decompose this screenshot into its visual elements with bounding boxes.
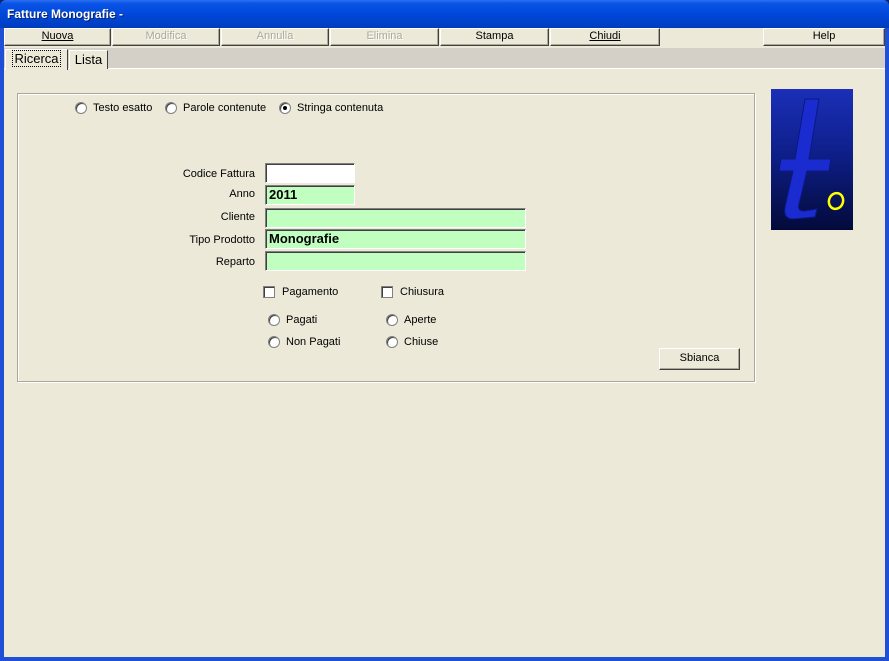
radio-testo-esatto[interactable]: Testo esatto <box>75 102 152 114</box>
to-logo-graphic <box>778 98 845 220</box>
radio-aperte-label: Aperte <box>404 314 437 326</box>
codice-fattura-input[interactable] <box>265 163 355 183</box>
annulla-button[interactable]: Annulla <box>221 28 329 46</box>
tipo-prodotto-label: Tipo Prodotto <box>189 234 255 246</box>
radio-aperte-circle <box>386 314 398 326</box>
pagamento-checkbox-box <box>263 286 275 298</box>
application-window: Fatture Monografie - Nuova Modifica Annu… <box>0 0 889 661</box>
tab-lista[interactable]: Lista <box>69 50 108 69</box>
reparto-input[interactable] <box>265 251 526 271</box>
radio-parole-contenute[interactable]: Parole contenute <box>165 102 266 114</box>
tab-strip <box>4 48 885 69</box>
client-area: Nuova Modifica Annulla Elimina Stampa Ch… <box>4 28 885 657</box>
pagamento-checkbox[interactable]: Pagamento <box>263 286 338 298</box>
pagamento-checkbox-label: Pagamento <box>282 286 339 298</box>
chiusura-checkbox-box <box>381 286 393 298</box>
title-bar[interactable]: Fatture Monografie - <box>0 0 889 28</box>
toolbar: Nuova Modifica Annulla Elimina Stampa Ch… <box>4 28 885 46</box>
help-label: Help <box>812 30 836 42</box>
radio-testo-esatto-circle <box>75 102 87 114</box>
tipo-prodotto-input[interactable]: Monografie <box>265 229 526 249</box>
anno-label: Anno <box>229 188 255 200</box>
radio-non-pagati-circle <box>268 336 280 348</box>
radio-non-pagati[interactable]: Non Pagati <box>268 336 340 348</box>
reparto-label: Reparto <box>215 256 255 268</box>
radio-stringa-contenuta-label: Stringa contenuta <box>297 102 384 114</box>
codice-fattura-label: Codice Fattura <box>182 168 255 180</box>
radio-parole-contenute-label: Parole contenute <box>183 102 267 114</box>
sbianca-button[interactable]: Sbianca <box>659 348 740 370</box>
tab-strip-line <box>4 68 885 69</box>
chiusura-checkbox[interactable]: Chiusura <box>381 286 444 298</box>
radio-non-pagati-label: Non Pagati <box>286 336 341 348</box>
chiusura-checkbox-label: Chiusura <box>400 286 445 298</box>
radio-testo-esatto-label: Testo esatto <box>93 102 153 114</box>
radio-aperte[interactable]: Aperte <box>386 314 436 326</box>
chiudi-button[interactable]: Chiudi <box>550 28 660 46</box>
window-title: Fatture Monografie - <box>7 7 123 21</box>
elimina-label: Elimina <box>366 30 403 42</box>
stampa-label: Stampa <box>475 30 514 42</box>
radio-stringa-contenuta-circle <box>279 102 291 114</box>
tab-ricerca-label: Ricerca <box>12 50 61 67</box>
anno-input[interactable]: 2011 <box>265 185 355 205</box>
annulla-label: Annulla <box>256 30 294 42</box>
stampa-button[interactable]: Stampa <box>440 28 549 46</box>
cliente-input[interactable] <box>265 208 526 228</box>
radio-pagati-label: Pagati <box>286 314 318 326</box>
elimina-button[interactable]: Elimina <box>330 28 439 46</box>
nuova-label: Nuova <box>41 30 74 42</box>
radio-pagati[interactable]: Pagati <box>268 314 317 326</box>
tab-ricerca[interactable]: Ricerca <box>5 49 68 70</box>
sbianca-label: Sbianca <box>679 352 720 364</box>
nuova-button[interactable]: Nuova <box>4 28 111 46</box>
radio-parole-contenute-circle <box>165 102 177 114</box>
radio-stringa-contenuta[interactable]: Stringa contenuta <box>279 102 383 114</box>
modifica-button[interactable]: Modifica <box>112 28 220 46</box>
radio-chiuse[interactable]: Chiuse <box>386 336 438 348</box>
to-logo-icon <box>771 89 853 230</box>
help-button[interactable]: Help <box>763 28 885 46</box>
radio-pagati-circle <box>268 314 280 326</box>
radio-chiuse-circle <box>386 336 398 348</box>
tab-lista-label: Lista <box>74 52 103 67</box>
modifica-label: Modifica <box>145 30 187 42</box>
chiudi-label: Chiudi <box>589 30 621 42</box>
radio-chiuse-label: Chiuse <box>404 336 439 348</box>
cliente-label: Cliente <box>220 211 255 223</box>
